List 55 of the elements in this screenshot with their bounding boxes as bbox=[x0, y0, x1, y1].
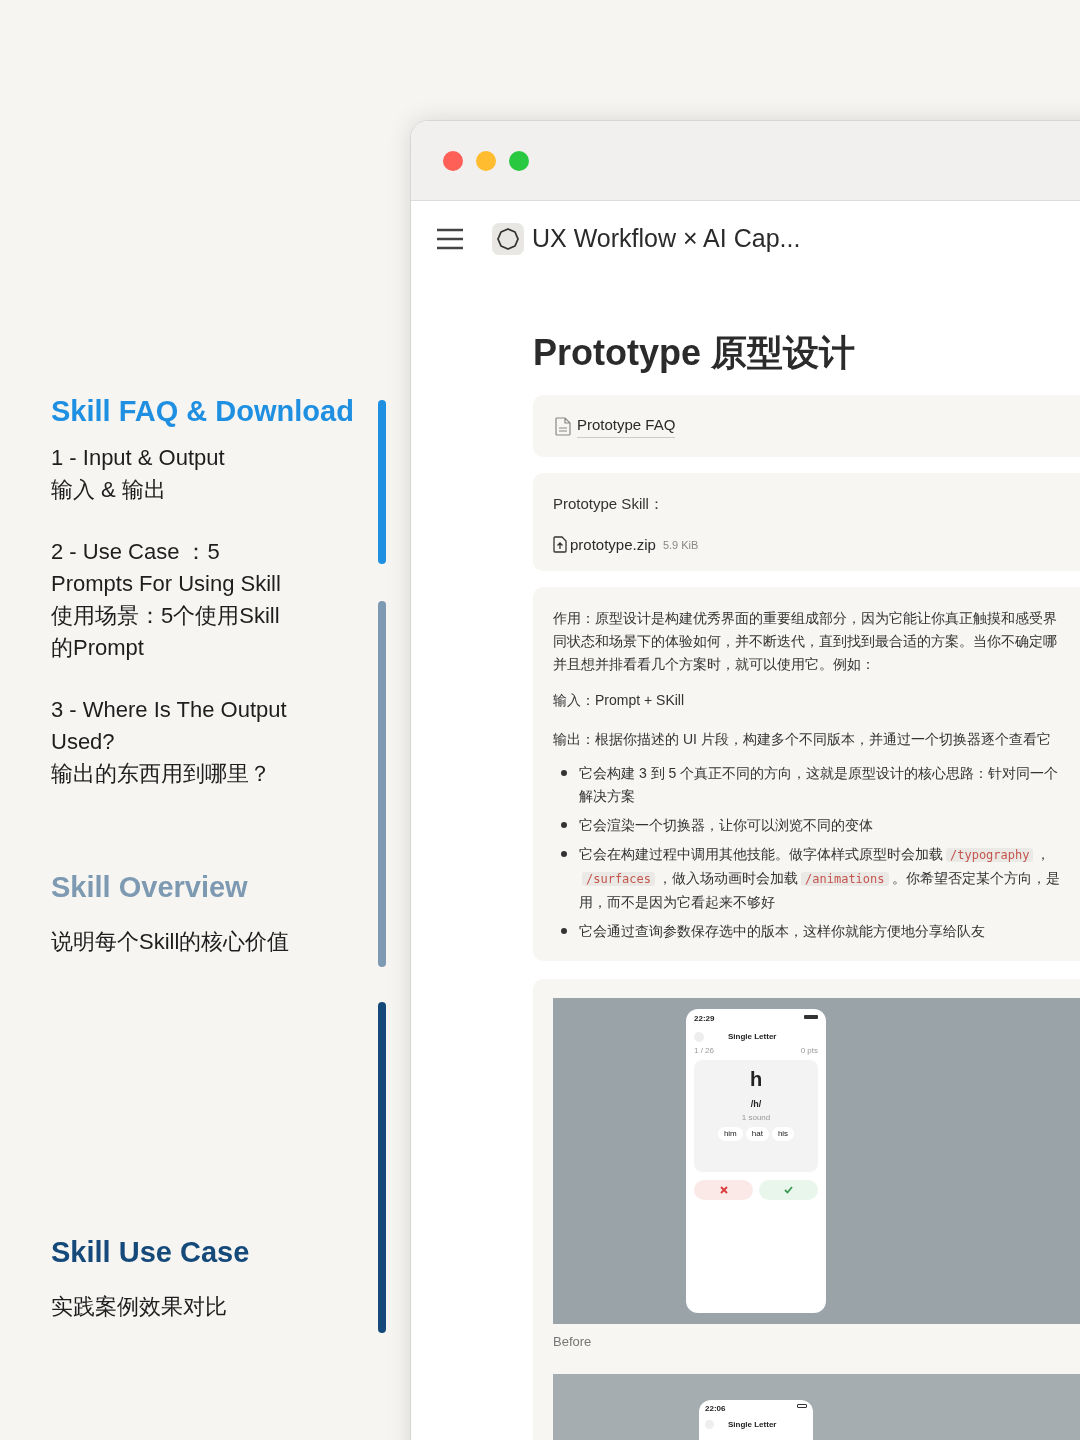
section-item: 2 - Use Case ：5 Prompts For Using Skill 使用场景：5个使用Skill 的Prompt bbox=[51, 538, 282, 662]
input-text: 输入：Prompt + SKill bbox=[553, 691, 686, 710]
section-heading: Skill FAQ & Download bbox=[51, 394, 355, 429]
workspace-title: UX Workflow × AI Cap... bbox=[532, 223, 801, 255]
page-title: Prototype 原型设计 bbox=[533, 331, 856, 375]
section-item: 说明每个Skill的核心价值 bbox=[51, 928, 291, 956]
file-link[interactable]: prototype.zip bbox=[570, 533, 656, 556]
status-time: 22:06 bbox=[705, 1402, 726, 1415]
inline-code: /animations bbox=[801, 872, 889, 886]
section-heading: Skill Overview bbox=[51, 870, 249, 905]
bullet-text: 解决方案 bbox=[579, 788, 635, 804]
image-caption: Before bbox=[553, 1333, 593, 1351]
section-heading: Skill Use Case bbox=[51, 1235, 251, 1270]
download-label: Prototype Skill： bbox=[553, 494, 665, 514]
word-chip[interactable]: him bbox=[717, 1126, 743, 1141]
bullet-text: 它会通过查询参数保存选中的版本，这样你就能方便地分享给队友 bbox=[579, 923, 985, 939]
bullet-text: 它会渲染一个切换器，让你可以浏览不同的变体 bbox=[579, 817, 873, 833]
document-icon bbox=[555, 416, 571, 436]
letter-text: h bbox=[749, 1068, 763, 1090]
faq-link[interactable]: Prototype FAQ bbox=[577, 414, 676, 438]
bullet-text: ， bbox=[1036, 846, 1051, 862]
bullet-text: 它会构建 3 到 5 个真正不同的方向，这就是原型设计的核心思路：针对同一个 bbox=[579, 765, 1059, 781]
battery-icon bbox=[797, 1403, 807, 1408]
bullet-text: ，做入场动画时会加载 bbox=[658, 870, 799, 886]
points-text: 0 pts bbox=[800, 1045, 818, 1057]
file-size: 5.9 KiB bbox=[662, 537, 699, 553]
screen-title: Single Letter bbox=[728, 1031, 777, 1043]
accept-button[interactable] bbox=[759, 1180, 818, 1200]
battery-icon bbox=[804, 1015, 818, 1019]
status-time: 22:29 bbox=[694, 1013, 715, 1025]
section-item: 3 - Where Is The Output Used? 输出的东西用到哪里？ bbox=[51, 696, 288, 788]
workspace-logo-icon bbox=[492, 223, 524, 255]
minimize-button[interactable] bbox=[476, 150, 496, 171]
file-upload-icon bbox=[553, 536, 567, 554]
x-icon bbox=[719, 1186, 728, 1194]
word-chip[interactable]: his bbox=[771, 1126, 795, 1141]
section-item: 1 - Input & Output 输入 & 输出 bbox=[51, 444, 226, 504]
inline-code: /surfaces bbox=[582, 872, 656, 886]
bullet-text: 用，而不是因为它看起来不够好 bbox=[579, 894, 775, 910]
output-text: 输出：根据你描述的 UI 片段，构建多个不同版本，并通过一个切换器逐个查看它 bbox=[553, 730, 1052, 749]
menu-icon[interactable] bbox=[436, 227, 464, 251]
maximize-button[interactable] bbox=[509, 150, 529, 171]
description-text: 作用：原型设计是构建优秀界面的重要组成部分，因为它能让你真正触摸和感受界 同状态和场景下的体验如何，并不断迭代，直到找到最合适的方案。当你不确定哪 并且想并排看看几个方案时，就可以使用它。例如： bbox=[553, 609, 1058, 674]
inline-code: /typography bbox=[946, 848, 1034, 862]
section-item: 实践案例效果对比 bbox=[51, 1293, 228, 1321]
progress-text: 1 / 26 bbox=[694, 1045, 714, 1057]
check-icon bbox=[784, 1186, 793, 1194]
screen-title: Single Letter bbox=[728, 1418, 777, 1431]
reject-button[interactable] bbox=[694, 1180, 753, 1200]
close-button[interactable] bbox=[443, 150, 463, 171]
sound-text: /h/ bbox=[750, 1098, 762, 1111]
bullet-text: 。你希望否定某个方向，是 bbox=[891, 870, 1060, 886]
word-chip[interactable]: hat bbox=[745, 1126, 769, 1141]
bullet-text: 它会在构建过程中调用其他技能。做字体样式原型时会加载 bbox=[579, 846, 943, 862]
sound-count: 1 sound bbox=[741, 1111, 771, 1124]
